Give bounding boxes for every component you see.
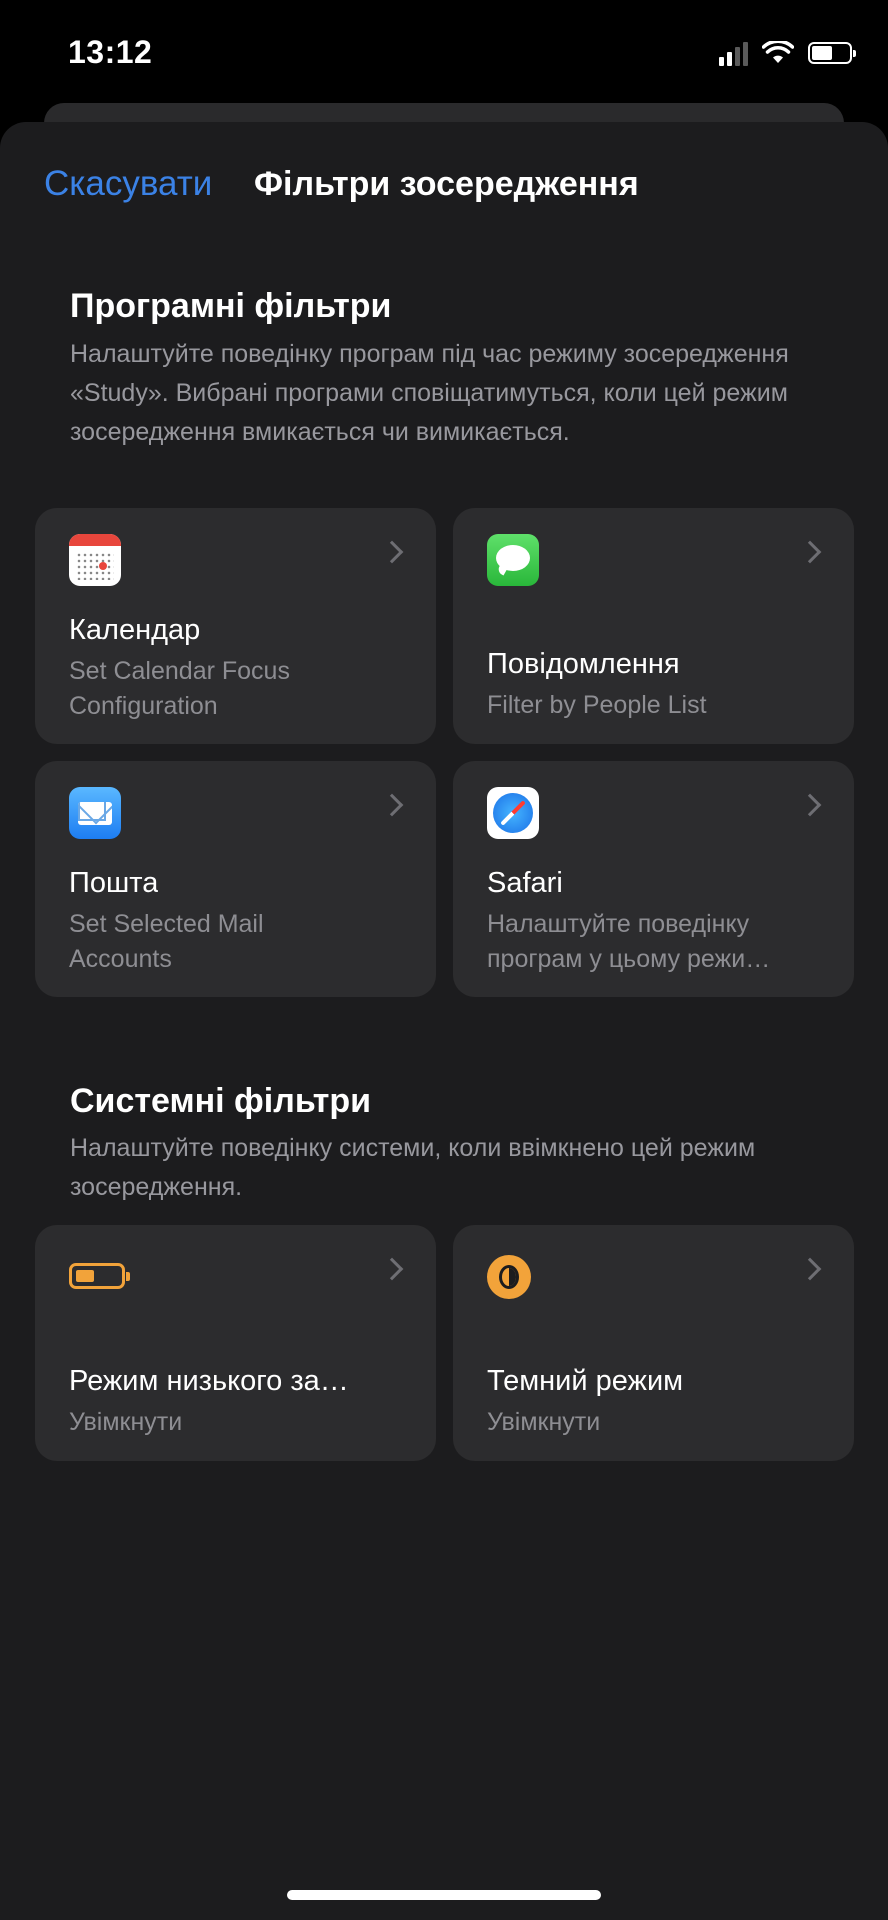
- cellular-signal-icon: [719, 40, 748, 66]
- chevron-right-icon: [798, 1257, 822, 1281]
- status-bar: 13:12: [0, 0, 888, 110]
- card-title: Режим низького за…: [69, 1365, 349, 1397]
- card-title: Повідомлення: [487, 648, 680, 680]
- system-filter-card-low-power[interactable]: Режим низького за… Увімкнути: [35, 1225, 436, 1461]
- app-filters-description: Налаштуйте поведінку програм під час реж…: [70, 340, 789, 446]
- nav-bar: Скасувати Фільтри зосередження: [0, 122, 888, 242]
- card-subtitle: Увімкнути: [69, 1408, 183, 1436]
- card-title: Safari: [487, 867, 563, 899]
- safari-icon: [487, 787, 539, 839]
- messages-icon: [487, 534, 539, 586]
- screen: 13:12 Скасувати Фільтри зосередження Про…: [0, 0, 888, 1920]
- system-filters-description: Налаштуйте поведінку системи, коли ввімк…: [70, 1134, 756, 1201]
- system-filters-title: Системні фільтри: [70, 1082, 372, 1120]
- battery-icon: [808, 42, 856, 64]
- system-filter-card-dark-mode[interactable]: Темний режим Увімкнути: [453, 1225, 854, 1461]
- card-subtitle: Set Calendar Focus Configuration: [69, 657, 290, 720]
- app-filter-card-messages[interactable]: Повідомлення Filter by People List: [453, 508, 854, 744]
- cancel-button[interactable]: Скасувати: [44, 164, 212, 204]
- app-filter-card-calendar[interactable]: Календар Set Calendar Focus Configuratio…: [35, 508, 436, 744]
- wifi-icon: [762, 41, 794, 63]
- dark-mode-icon: [487, 1251, 539, 1303]
- card-subtitle: Увімкнути: [487, 1408, 601, 1436]
- chevron-right-icon: [798, 540, 822, 564]
- focus-filters-sheet: Скасувати Фільтри зосередження Програмні…: [0, 122, 888, 1920]
- card-title: Пошта: [69, 867, 159, 899]
- page-title: Фільтри зосередження: [254, 165, 639, 203]
- chevron-right-icon: [380, 1257, 404, 1281]
- low-power-battery-icon: [69, 1251, 130, 1303]
- card-subtitle: Налаштуйте поведінку програм у цьому реж…: [487, 910, 771, 973]
- home-indicator[interactable]: [287, 1890, 601, 1900]
- status-time: 13:12: [68, 34, 153, 70]
- app-filters-title: Програмні фільтри: [70, 287, 392, 325]
- status-icons: [719, 38, 856, 68]
- mail-icon: [69, 787, 121, 839]
- card-title: Темний режим: [487, 1365, 684, 1397]
- chevron-right-icon: [798, 793, 822, 817]
- card-title: Календар: [69, 614, 201, 646]
- chevron-right-icon: [380, 540, 404, 564]
- card-subtitle: Set Selected Mail Accounts: [69, 910, 264, 973]
- card-subtitle: Filter by People List: [487, 691, 707, 719]
- app-filter-card-mail[interactable]: Пошта Set Selected Mail Accounts: [35, 761, 436, 997]
- chevron-right-icon: [380, 793, 404, 817]
- app-filter-card-safari[interactable]: Safari Налаштуйте поведінку програм у ць…: [453, 761, 854, 997]
- calendar-icon: [69, 534, 121, 586]
